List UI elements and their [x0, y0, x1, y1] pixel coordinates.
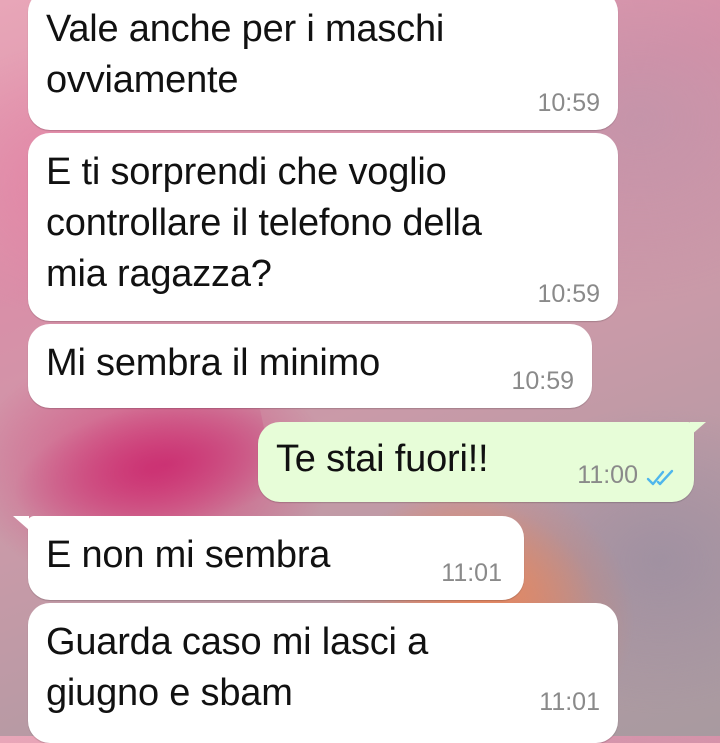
- message-text: E non mi sembra: [46, 534, 331, 576]
- message-timestamp: 10:59: [511, 367, 574, 395]
- message-text: E ti sorprendi che voglio controllare il…: [46, 151, 482, 295]
- message-timestamp: 10:59: [537, 280, 600, 308]
- bubble-tail: [13, 516, 29, 530]
- message-text: Te stai fuori!!: [276, 438, 489, 480]
- message-bubble-outgoing[interactable]: Te stai fuori!! 11:00: [258, 422, 694, 502]
- message-bubble-incoming[interactable]: E non mi sembra 11:01: [28, 516, 524, 600]
- message-text: Mi sembra il minimo: [46, 342, 381, 384]
- message-bubble-incoming[interactable]: Vale anche per i maschi ovviamente 10:59: [28, 0, 618, 130]
- message-bubble-incoming[interactable]: Mi sembra il minimo 10:59: [28, 324, 592, 408]
- message-timestamp: 11:01: [539, 688, 600, 716]
- message-bubble-incoming[interactable]: E ti sorprendi che voglio controllare il…: [28, 133, 618, 321]
- message-timestamp: 10:59: [537, 89, 600, 117]
- message-text: Guarda caso mi lasci a giugno e sbam: [46, 621, 429, 714]
- message-bubble-incoming[interactable]: Guarda caso mi lasci a giugno e sbam 11:…: [28, 603, 618, 743]
- bubble-tail: [690, 422, 706, 436]
- message-timestamp: 11:01: [441, 559, 502, 587]
- message-timestamp: 11:00: [577, 461, 638, 489]
- double-check-read-icon: [646, 469, 674, 486]
- message-text: Vale anche per i maschi ovviamente: [46, 8, 445, 101]
